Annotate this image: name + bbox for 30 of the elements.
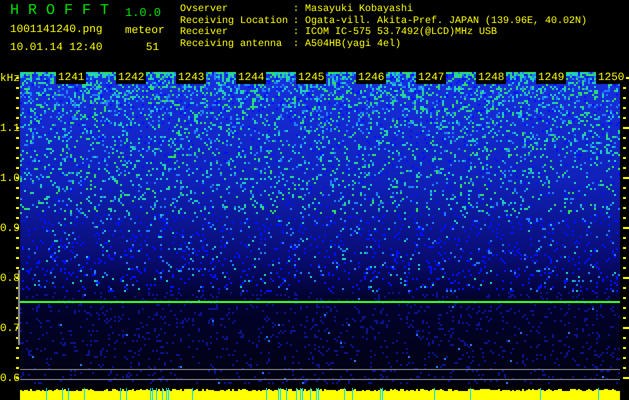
app-version: 1.0.0 [125, 7, 162, 19]
app-title: H R O F F T [10, 3, 110, 18]
time-label: 1247 [416, 72, 446, 84]
axis-label: 0.8 [0, 274, 20, 285]
info-label: Receiving antenna [180, 40, 284, 51]
info-separator: : [293, 5, 300, 16]
info-separator: : [293, 16, 300, 28]
info-separator: : [293, 28, 300, 40]
time-label: 1244 [236, 72, 266, 84]
file-name: 1001141240.png [10, 24, 102, 36]
info-value: Ogata-vill. Akita-Pref. JAPAN (139.96E, 40.02N) [305, 16, 588, 26]
time-label: 1243 [176, 72, 206, 84]
info-label: Ovserver [180, 5, 230, 16]
timestamp: 10.01.14 12:40 [10, 43, 102, 54]
time-label: 1250 [596, 72, 626, 84]
info-label: Receiving Location [180, 16, 290, 26]
counter-value: 51 [146, 43, 160, 54]
info-value: Masayuki Kobayashi [305, 5, 414, 16]
time-label: 1248 [476, 72, 506, 84]
time-label: 1241 [56, 72, 86, 84]
time-label: 1249 [536, 72, 566, 84]
time-label: 1242 [116, 72, 146, 84]
info-label: Receiver [180, 28, 230, 38]
info-value: ICOM IC-575 53.7492(@LCD)MHz USB [305, 28, 498, 38]
time-label: 1245 [296, 72, 326, 84]
axis-unit: kHz [0, 74, 20, 85]
counter-label: meteor [125, 26, 165, 37]
time-label: 1246 [356, 72, 386, 84]
info-value: A504HB(yagi 4el) [305, 40, 402, 51]
info-separator: : [293, 40, 300, 51]
